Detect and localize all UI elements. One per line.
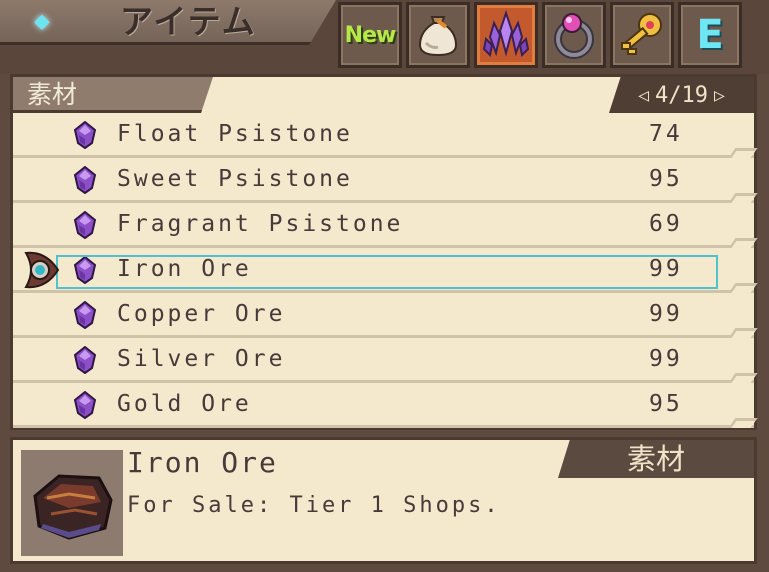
row-divider-notch <box>728 328 758 338</box>
item-row[interactable]: Float Psistone 74 <box>13 113 758 158</box>
psistone-gem-icon <box>73 120 97 150</box>
item-quantity: 95 <box>649 166 683 192</box>
item-row[interactable]: Silver Ore 99 <box>13 338 758 383</box>
detail-category-badge: 素材 <box>558 440 754 478</box>
item-row[interactable]: Copper Ore 99 <box>13 293 758 338</box>
ring-icon <box>554 13 594 59</box>
item-name: Float Psistone <box>117 121 353 147</box>
row-divider-notch <box>728 418 758 428</box>
detail-icon-frame <box>21 450 123 556</box>
psistone-gem-icon <box>73 165 97 195</box>
row-divider-notch <box>728 193 758 203</box>
tab-bag[interactable] <box>406 2 470 68</box>
item-bag-icon <box>418 16 458 57</box>
row-divider-notch <box>728 148 758 158</box>
iron-ore-icon <box>33 474 113 540</box>
category-label: 素材 <box>27 80 78 109</box>
item-name: Copper Ore <box>117 301 286 327</box>
header-bar: ◆ アイテム New E <box>0 0 769 74</box>
detail-item-name: Iron Ore <box>127 446 278 479</box>
row-divider-notch <box>728 283 758 293</box>
item-row[interactable]: Sweet Psistone 95 <box>13 158 758 203</box>
psistone-gem-icon <box>73 255 97 285</box>
item-name: Fragrant Psistone <box>117 211 404 237</box>
item-rows: Float Psistone 74 Sweet Psistone 95 Fragrant… <box>13 113 758 428</box>
tab-equip[interactable]: E <box>678 2 742 68</box>
item-row[interactable]: Fragrant Psistone 69 <box>13 203 758 248</box>
item-row[interactable]: Gold Ore 95 <box>13 383 758 428</box>
psistone-gem-icon <box>73 300 97 330</box>
screen-title: アイテム <box>120 2 257 41</box>
psistone-gem-icon <box>73 210 97 240</box>
item-quantity: 99 <box>649 346 683 372</box>
page-next-icon[interactable]: ▷ <box>714 85 725 106</box>
item-quantity: 99 <box>649 301 683 327</box>
tab-new[interactable]: New <box>338 2 402 68</box>
item-name: Gold Ore <box>117 391 252 417</box>
item-row[interactable]: Iron Ore 99 <box>13 248 758 293</box>
detail-description: For Sale: Tier 1 Shops. <box>127 493 501 518</box>
row-divider-notch <box>728 238 758 248</box>
title-plate: ◆ アイテム <box>0 0 336 45</box>
category-header: 素材 <box>13 77 213 113</box>
key-icon <box>621 13 662 55</box>
item-name: Sweet Psistone <box>117 166 353 192</box>
row-divider-notch <box>728 373 758 383</box>
item-quantity: 99 <box>649 256 683 282</box>
item-detail-panel: Iron Ore For Sale: Tier 1 Shops. 素材 <box>10 437 757 564</box>
psistone-gem-icon <box>73 345 97 375</box>
pager: ◁ 4/19 ▷ <box>609 77 754 113</box>
page-prev-icon[interactable]: ◁ <box>638 85 649 106</box>
tab-accessories[interactable] <box>542 2 606 68</box>
item-quantity: 69 <box>649 211 683 237</box>
purple-crystal-icon <box>482 9 530 58</box>
selection-cursor-icon <box>24 251 60 289</box>
new-label-icon: New <box>344 22 397 48</box>
psistone-gem-icon <box>73 390 97 420</box>
item-quantity: 95 <box>649 391 683 417</box>
tab-materials[interactable] <box>474 2 538 68</box>
page-indicator: 4/19 <box>655 82 708 108</box>
tab-key-items[interactable] <box>610 2 674 68</box>
menu-diamond-icon: ◆ <box>34 6 50 36</box>
item-list-panel: 素材 ◁ 4/19 ▷ Float Psistone 74 Sweet Psisto… <box>10 74 758 430</box>
item-quantity: 74 <box>649 121 683 147</box>
item-name: Iron Ore <box>117 256 252 282</box>
item-name: Silver Ore <box>117 346 286 372</box>
category-tabs: New E <box>338 2 742 70</box>
equip-letter-icon: E <box>696 12 724 58</box>
